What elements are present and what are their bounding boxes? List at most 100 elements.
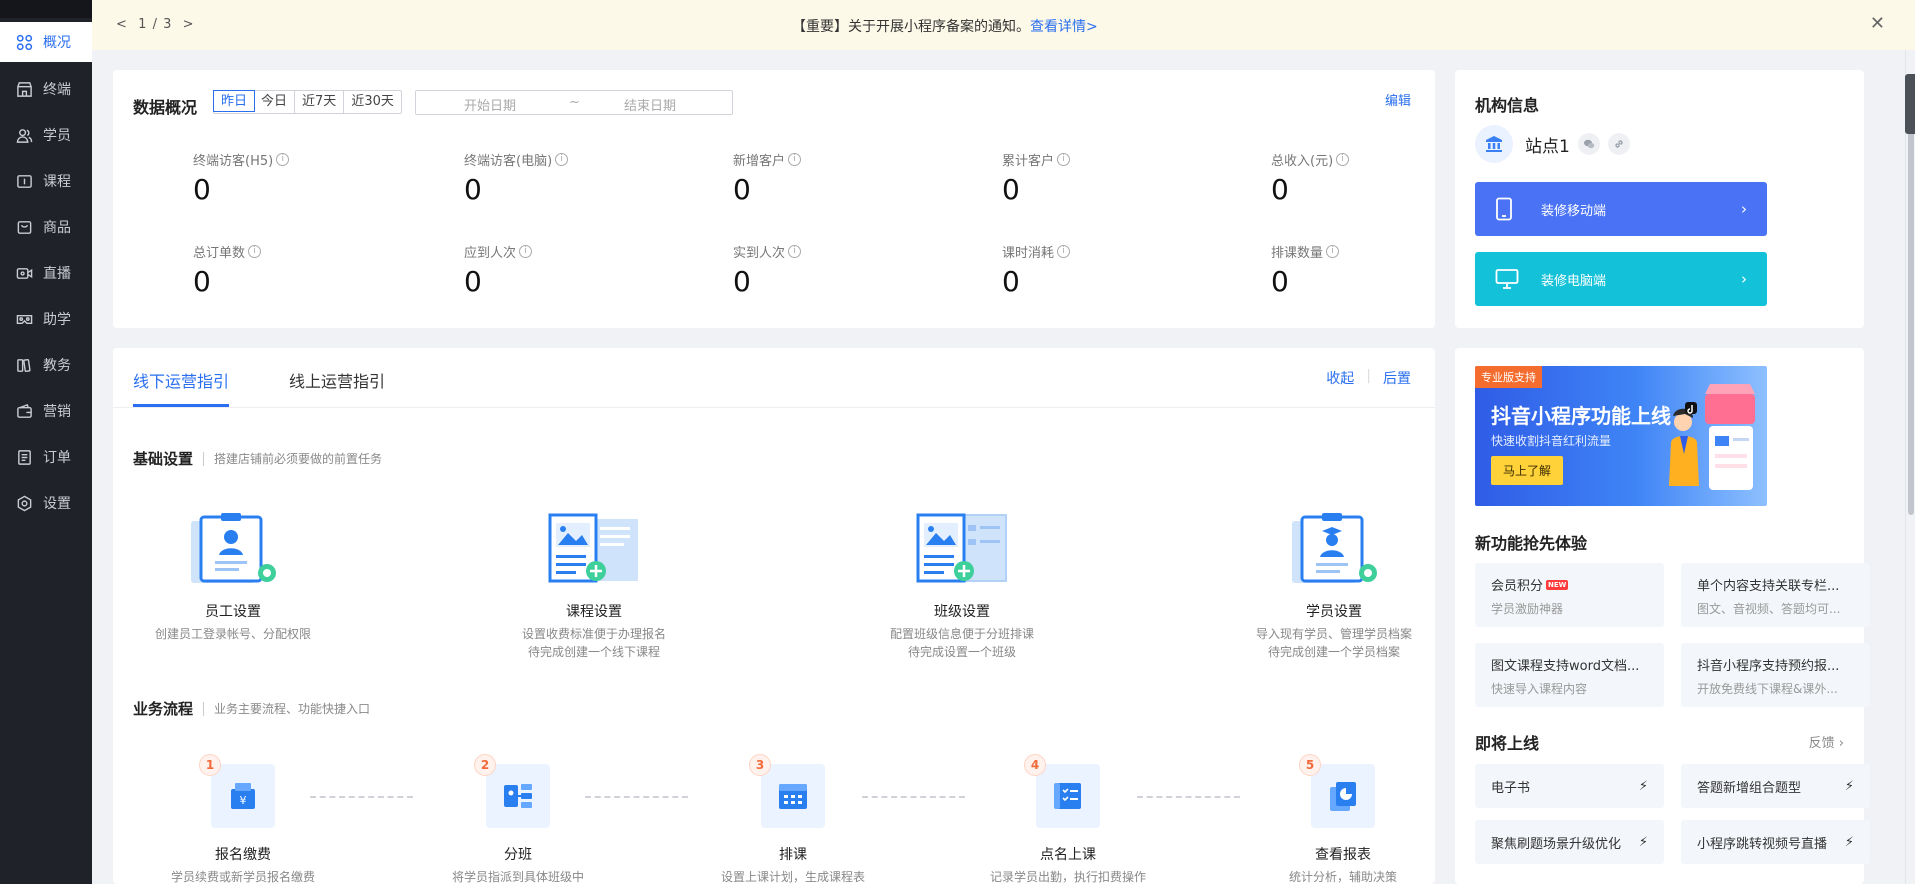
sidebar-item-overview[interactable]: 概况 <box>0 22 92 62</box>
range-tab-yesterday[interactable]: 昨日 <box>213 90 256 112</box>
setup-title: 课程设置 <box>566 604 622 620</box>
setup-title: 学员设置 <box>1306 604 1362 620</box>
tab-online-guide[interactable]: 线上运营指引 <box>289 368 385 392</box>
side-tool-handle[interactable] <box>1905 74 1915 134</box>
flow-desc: 将学员指派到具体班级中 <box>451 870 584 884</box>
stat-value: 0 <box>464 265 482 298</box>
setup-class[interactable]: 班级设置 配置班级信息便于分班排课 待完成设置一个班级 <box>812 513 1112 661</box>
sidebar-item-assist[interactable]: 助学 <box>0 296 92 342</box>
notice-prev-button[interactable]: < <box>116 17 128 32</box>
douyin-promo-banner[interactable]: 专业版支持 抖音小程序功能上线 快速收割抖音红利流量 马上了解 <box>1475 366 1767 506</box>
sidebar-item-label: 助学 <box>43 312 71 328</box>
book-icon <box>15 356 33 374</box>
flow-arrow <box>310 796 413 798</box>
setup-staff[interactable]: 员工设置 创建员工登录帐号、分配权限 <box>83 513 383 643</box>
tab-offline-guide[interactable]: 线下运营指引 <box>133 368 229 392</box>
range-tab-today[interactable]: 今日 <box>254 91 296 113</box>
sidebar-item-label: 设置 <box>43 496 71 512</box>
info-icon[interactable]: i <box>788 153 802 166</box>
date-range-picker[interactable]: 开始日期 ~ 结束日期 <box>415 90 733 115</box>
setup-desc: 配置班级信息便于分班排课 待完成设置一个班级 <box>889 627 1034 659</box>
stat-value: 0 <box>464 173 482 206</box>
info-icon[interactable]: i <box>276 153 290 166</box>
lightning-icon: ⚡ <box>1638 778 1648 794</box>
feature-content-column[interactable]: 单个内容支持关联专栏... 图文、音视频、答题均可... <box>1681 563 1870 627</box>
decorate-mobile-button[interactable]: 装修移动端 › <box>1475 182 1767 236</box>
svg-text:¥: ¥ <box>240 794 247 807</box>
sidebar-item-courses[interactable]: 课程 <box>0 158 92 204</box>
sidebar-item-products[interactable]: 商品 <box>0 204 92 250</box>
sidebar-item-academic[interactable]: 教务 <box>0 342 92 388</box>
move-bottom-button[interactable]: 后置 <box>1383 368 1411 388</box>
decorate-pc-label: 装修电脑端 <box>1541 273 1607 289</box>
feature-member-points[interactable]: 会员积分 NEW 学员激励神器 <box>1475 563 1664 627</box>
staff-clipboard-illustration <box>191 513 276 583</box>
sidebar-item-orders[interactable]: 订单 <box>0 434 92 480</box>
stat-pc-visitors: 终端访客(电脑) i 0 <box>464 150 664 206</box>
info-icon[interactable]: i <box>555 153 569 166</box>
stat-value: 0 <box>1271 173 1289 206</box>
range-tab-30days[interactable]: 近30天 <box>344 91 401 113</box>
setup-course[interactable]: 课程设置 设置收费标准便于办理报名 待完成创建一个线下课程 <box>444 513 744 661</box>
feature-word-import[interactable]: 图文课程支持word文档... 快速导入课程内容 <box>1475 643 1664 707</box>
soon-video-live-jump[interactable]: 小程序跳转视频号直播 ⚡ <box>1681 820 1870 864</box>
step-number: 3 <box>749 754 771 776</box>
chevron-right-icon: › <box>1741 200 1747 218</box>
flow-view-reports[interactable]: 5 查看报表 统计分析，辅助决策 <box>1213 754 1473 884</box>
info-icon[interactable]: i <box>248 245 262 258</box>
flow-schedule[interactable]: 3 排课 设置上课计划，生成课程表 <box>663 754 923 884</box>
stat-label: 终端访客(电脑) <box>464 154 553 169</box>
sidebar-top <box>0 0 92 18</box>
monitor-icon <box>1495 268 1521 290</box>
feature-subtitle: 学员激励神器 <box>1491 602 1564 616</box>
sidebar-item-settings[interactable]: 设置 <box>0 480 92 526</box>
stat-value: 0 <box>1271 265 1289 298</box>
learn-more-button[interactable]: 马上了解 <box>1491 456 1564 485</box>
flow-enroll-payment[interactable]: 1 ¥ 报名缴费 学员续费或新学员报名缴费 <box>113 754 373 884</box>
info-icon[interactable]: i <box>1057 245 1071 258</box>
scrollbar-thumb[interactable] <box>1908 75 1914 515</box>
sidebar-item-terminal[interactable]: 终端 <box>0 66 92 112</box>
setup-student[interactable]: 学员设置 导入现有学员、管理学员档案 待完成创建一个学员档案 <box>1184 513 1484 661</box>
stat-value: 0 <box>733 173 751 206</box>
flow-assign-class[interactable]: 2 分班 将学员指派到具体班级中 <box>388 754 648 884</box>
date-range-tabs: 昨日 今日 近7天 近30天 <box>213 90 402 114</box>
notice-detail-link[interactable]: 查看详情> <box>1030 19 1098 35</box>
soon-combo-question[interactable]: 答题新增组合题型 ⚡ <box>1681 764 1870 808</box>
decorate-pc-button[interactable]: 装修电脑端 › <box>1475 252 1767 306</box>
flow-roll-call[interactable]: 4 点名上课 记录学员出勤，执行扣费操作 <box>938 754 1198 884</box>
phone-icon <box>1495 197 1521 221</box>
feature-douyin-booking[interactable]: 抖音小程序支持预约报... 开放免费线下课程&课外... <box>1681 643 1870 707</box>
sidebar-item-marketing[interactable]: 营销 <box>0 388 92 434</box>
info-icon[interactable]: i <box>519 245 533 258</box>
sidebar-item-label: 课程 <box>43 174 71 190</box>
wechat-icon[interactable] <box>1577 133 1600 155</box>
feedback-link[interactable]: 反馈 › <box>1809 732 1844 751</box>
sidebar-item-students[interactable]: 学员 <box>0 112 92 158</box>
feature-title: 抖音小程序支持预约报... <box>1697 659 1840 674</box>
data-overview-title: 数据概况 <box>133 98 198 117</box>
soon-practice-upgrade[interactable]: 聚焦刷题场景升级优化 ⚡ <box>1475 820 1664 864</box>
info-icon[interactable]: i <box>1336 153 1350 166</box>
info-icon[interactable]: i <box>1326 245 1340 258</box>
page-scrollbar[interactable] <box>1905 50 1915 884</box>
notice-next-button[interactable]: > <box>183 17 195 32</box>
edit-link[interactable]: 编辑 <box>1385 90 1411 109</box>
info-icon[interactable]: i <box>1057 153 1071 166</box>
sidebar-item-label: 订单 <box>43 450 71 466</box>
stat-label: 终端访客(H5) <box>193 154 274 169</box>
soon-ebook[interactable]: 电子书 ⚡ <box>1475 764 1664 808</box>
range-tab-7days[interactable]: 近7天 <box>295 91 345 113</box>
sidebar-item-label: 学员 <box>43 128 71 144</box>
info-icon[interactable]: i <box>788 245 802 258</box>
org-site: 站点1 <box>1475 125 1630 163</box>
notice-pager: < 1 / 3 > <box>116 17 195 32</box>
collapse-button[interactable]: 收起 <box>1326 368 1354 388</box>
sidebar-item-live[interactable]: 直播 <box>0 250 92 296</box>
close-icon[interactable]: ✕ <box>1870 13 1885 34</box>
basic-settings-header: 基础设置 搭建店铺前必须要做的前置任务 <box>133 448 382 469</box>
decorate-mobile-label: 装修移动端 <box>1541 203 1607 219</box>
link-icon[interactable] <box>1607 133 1630 155</box>
calendar-icon <box>779 784 807 809</box>
section-title: 基础设置 <box>133 450 194 468</box>
